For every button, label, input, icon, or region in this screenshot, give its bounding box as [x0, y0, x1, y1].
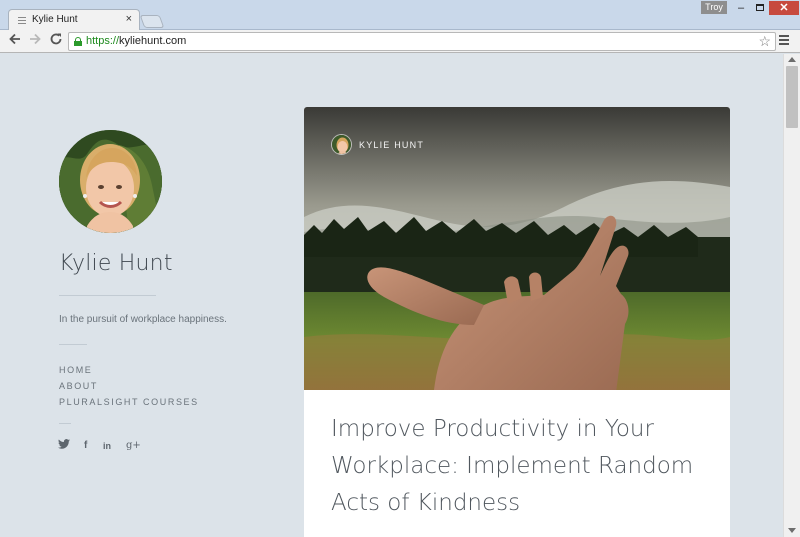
divider [59, 423, 71, 424]
forward-arrow-icon[interactable] [27, 32, 43, 50]
new-tab-button[interactable] [139, 15, 165, 28]
post-card[interactable]: KYLIE HUNT Improve Productivity in Your … [304, 107, 730, 537]
vertical-scrollbar[interactable] [783, 54, 800, 537]
window-close-icon[interactable]: ✕ [769, 1, 799, 15]
bookmark-star-icon[interactable]: ☆ [758, 33, 771, 50]
browser-tab[interactable]: Kylie Hunt × [8, 9, 140, 31]
linkedin-icon[interactable]: in [103, 439, 111, 453]
post-title[interactable]: Improve Productivity in Your Workplace: … [331, 411, 711, 522]
divider [59, 344, 87, 345]
back-arrow-icon[interactable] [7, 32, 23, 50]
divider [59, 295, 156, 296]
url-scheme: https:// [86, 35, 120, 47]
sidebar-nav: HOME ABOUT PLURALSIGHT COURSES [59, 362, 199, 410]
tab-title: Kylie Hunt [32, 14, 78, 25]
lock-icon [74, 37, 82, 46]
profile-badge[interactable]: Troy [701, 1, 727, 14]
nav-item-pluralsight-courses[interactable]: PLURALSIGHT COURSES [59, 394, 199, 410]
facebook-icon[interactable]: f [84, 439, 87, 453]
page-viewport: Kylie Hunt In the pursuit of workplace h… [4, 54, 783, 537]
scrollbar-thumb[interactable] [786, 66, 798, 128]
site-name[interactable]: Kylie Hunt [59, 251, 173, 276]
google-plus-icon[interactable]: g+ [126, 439, 141, 453]
author-avatar[interactable] [331, 134, 352, 155]
menu-icon[interactable] [779, 35, 789, 47]
site-tagline: In the pursuit of workplace happiness. [59, 314, 227, 325]
address-bar[interactable]: https://kyliehunt.com ☆ [68, 32, 776, 51]
post-author-name[interactable]: KYLIE HUNT [359, 140, 424, 150]
tab-close-icon[interactable]: × [126, 13, 132, 25]
url-text: https://kyliehunt.com [86, 35, 186, 47]
scroll-down-arrow-icon[interactable] [788, 528, 796, 533]
nav-item-home[interactable]: HOME [59, 362, 199, 378]
twitter-icon[interactable] [58, 439, 70, 454]
page-favicon-icon [18, 17, 26, 24]
window-titlebar: Kylie Hunt × Troy – ✕ [0, 0, 800, 31]
scroll-up-arrow-icon[interactable] [788, 57, 796, 62]
nav-item-about[interactable]: ABOUT [59, 378, 199, 394]
reload-icon[interactable] [48, 32, 64, 50]
maximize-icon[interactable] [751, 1, 769, 15]
minimize-icon[interactable]: – [731, 1, 751, 15]
profile-photo [59, 130, 162, 233]
browser-toolbar: https://kyliehunt.com ☆ [0, 30, 800, 53]
url-host: kyliehunt.com [119, 35, 187, 47]
